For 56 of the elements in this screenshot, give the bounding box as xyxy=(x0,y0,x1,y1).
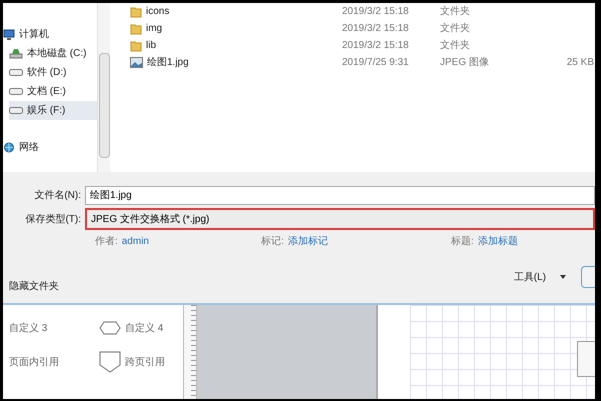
nav-item[interactable]: 网络 xyxy=(3,138,97,157)
nav-item[interactable]: 软件 (D:) xyxy=(9,63,97,82)
file-name: img xyxy=(146,22,162,36)
nav-item[interactable]: 娱乐 (F:) xyxy=(9,101,97,120)
image-icon xyxy=(130,57,143,68)
computer-icon xyxy=(3,29,15,40)
meta-label: 标题: xyxy=(451,234,474,248)
shape-label: 自定义 3 xyxy=(9,322,48,336)
folder-icon xyxy=(130,6,142,18)
drive-icon xyxy=(9,107,23,114)
dropdown-caret-icon[interactable] xyxy=(560,275,566,279)
shape-label: 自定义 4 xyxy=(125,322,164,336)
file-name: 绘图1.jpg xyxy=(147,56,189,70)
hide-folders-button[interactable]: 隐藏文件夹 xyxy=(9,278,59,294)
scrollbar-thumb[interactable] xyxy=(98,53,110,158)
save-button[interactable] xyxy=(581,266,595,288)
file-row[interactable]: img 2019/3/2 15:18 文件夹 xyxy=(130,20,595,37)
shape-label: 页面内引用 xyxy=(9,356,59,370)
canvas-button[interactable] xyxy=(577,341,595,377)
off-page-reference-icon[interactable] xyxy=(99,351,121,373)
meta-link[interactable]: 添加标记 xyxy=(288,234,328,248)
file-name-field[interactable]: 绘图1.jpg xyxy=(85,186,595,204)
save-type-dropdown[interactable]: JPEG 文件交换格式 (*.jpg) xyxy=(85,208,595,230)
save-type-label: 保存类型(T): xyxy=(24,212,82,226)
file-row[interactable]: 绘图1.jpg 2019/7/25 9:31 JPEG 图像 25 KB xyxy=(130,54,595,71)
nav-item[interactable]: 本地磁盘 (C:) xyxy=(9,44,97,63)
file-type: 文件夹 xyxy=(440,4,471,19)
modified-date: 2019/3/2 15:18 xyxy=(342,22,410,36)
modified-date: 2019/3/2 15:18 xyxy=(342,5,410,19)
folder-icon xyxy=(130,22,142,34)
file-type: JPEG 图像 xyxy=(440,56,490,70)
file-name-label: 文件名(N): xyxy=(33,188,82,202)
nav-item[interactable]: 计算机 xyxy=(3,25,97,44)
network-icon xyxy=(3,142,15,153)
meta-link[interactable]: admin xyxy=(122,234,149,248)
modified-date: 2019/7/25 9:31 xyxy=(342,56,410,70)
meta-link[interactable]: 添加标题 xyxy=(478,234,518,248)
drive-icon xyxy=(9,48,23,59)
meta-label: 标记: xyxy=(261,234,284,248)
shape-label: 跨页引用 xyxy=(125,356,165,370)
hexagon-shape-icon[interactable] xyxy=(99,321,121,335)
file-row[interactable]: icons 2019/3/2 15:18 文件夹 xyxy=(130,3,595,20)
file-name: lib xyxy=(146,39,156,53)
meta-label: 作者: xyxy=(94,234,118,248)
tools-menu[interactable]: 工具(L) xyxy=(514,270,546,284)
file-name: icons xyxy=(146,5,170,19)
file-size: 25 KB xyxy=(566,56,594,70)
folder-icon xyxy=(130,40,142,52)
scrollbar[interactable] xyxy=(97,3,110,172)
file-type: 文件夹 xyxy=(440,22,471,36)
drive-icon xyxy=(9,88,23,95)
drive-icon xyxy=(9,69,23,76)
file-type: 文件夹 xyxy=(440,38,471,53)
nav-item[interactable]: 文档 (E:) xyxy=(9,82,97,101)
file-row[interactable]: lib 2019/3/2 15:18 文件夹 xyxy=(130,37,595,54)
modified-date: 2019/3/2 15:18 xyxy=(342,39,410,53)
